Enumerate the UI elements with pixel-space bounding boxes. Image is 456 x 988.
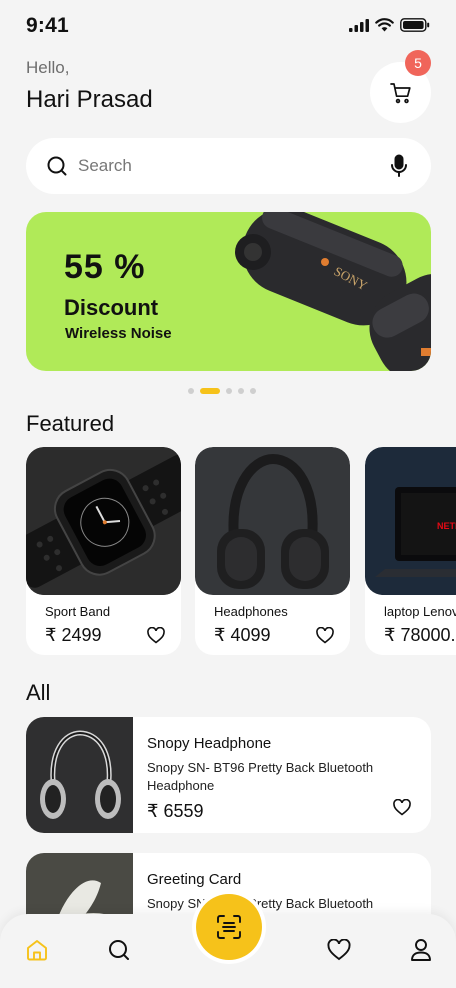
- cart-count-badge: 5: [405, 50, 431, 76]
- microphone-icon[interactable]: [389, 154, 409, 178]
- product-title: Greeting Card: [147, 871, 242, 888]
- product-name: laptop Lenovo: [384, 604, 456, 619]
- product-image: [26, 447, 181, 595]
- discount-percent: 55 %: [64, 248, 146, 286]
- product-image: NETFLIX: [365, 447, 456, 595]
- wifi-icon: [375, 18, 394, 32]
- nav-home[interactable]: [24, 937, 50, 963]
- headphones-image: [195, 447, 350, 595]
- product-description: Snopy SN- BT96 Pretty Back Bluetooth Hea…: [147, 760, 374, 793]
- carousel-dot-active[interactable]: [200, 388, 220, 394]
- carousel-dot[interactable]: [188, 388, 194, 394]
- scan-button[interactable]: [192, 890, 266, 964]
- smartwatch-image: [26, 447, 181, 595]
- headphone-image: [26, 717, 133, 833]
- status-time: 9:41: [26, 14, 69, 37]
- product-price: ₹ 78000.00: [384, 625, 456, 645]
- search-icon: [109, 940, 129, 960]
- product-title: Snopy Headphone: [147, 735, 272, 752]
- carousel-indicator[interactable]: [188, 388, 256, 394]
- carousel-dot[interactable]: [250, 388, 256, 394]
- heart-icon[interactable]: [147, 627, 165, 644]
- featured-card[interactable]: NETFLIX laptop Lenovo ₹ 78000.00: [365, 447, 456, 655]
- laptop-image: NETFLIX: [365, 447, 456, 595]
- user-name: Hari Prasad: [26, 86, 153, 113]
- banner-subtitle: Wireless Noise: [65, 325, 172, 342]
- search-input[interactable]: [78, 156, 389, 176]
- status-bar: 9:41: [0, 0, 456, 52]
- heart-icon: [327, 939, 351, 961]
- earbuds-image: SONY: [235, 212, 431, 371]
- product-price: ₹ 4099: [214, 625, 271, 645]
- nav-search[interactable]: [106, 937, 132, 963]
- battery-icon: [400, 18, 430, 32]
- cart-icon: [389, 82, 411, 103]
- home-icon: [27, 940, 47, 961]
- profile-icon: [411, 939, 431, 961]
- product-price: ₹ 2499: [45, 625, 102, 645]
- product-image: [26, 717, 133, 833]
- laptop-screen-text: NETFLIX: [437, 521, 456, 531]
- carousel-dot[interactable]: [226, 388, 232, 394]
- featured-card[interactable]: Sport Band ₹ 2499: [26, 447, 181, 655]
- search-bar[interactable]: [26, 138, 431, 194]
- product-price: ₹ 6559: [147, 801, 204, 821]
- scan-button-inner: [196, 894, 262, 960]
- all-heading: All: [26, 680, 51, 705]
- product-image: [195, 447, 350, 595]
- product-list-item[interactable]: Snopy Headphone Snopy SN- BT96 Pretty Ba…: [26, 717, 431, 833]
- product-description: Snopy SN- BT96 Pretty Back Bluetooth: [147, 896, 374, 911]
- search-icon: [47, 156, 67, 176]
- nav-favorites[interactable]: [326, 937, 352, 963]
- featured-card[interactable]: Headphones ₹ 4099: [195, 447, 350, 655]
- promo-banner[interactable]: SONY 55 % Discount Wireless Noise: [26, 212, 431, 371]
- status-icons: [349, 18, 430, 32]
- banner-title: Discount: [64, 295, 159, 320]
- product-name: Sport Band: [45, 604, 111, 619]
- nav-profile[interactable]: [408, 937, 434, 963]
- signal-icon: [349, 18, 369, 32]
- heart-icon[interactable]: [316, 627, 334, 644]
- scan-icon: [217, 915, 241, 939]
- featured-heading: Featured: [26, 411, 115, 436]
- product-name: Headphones: [214, 604, 288, 619]
- carousel-dot[interactable]: [238, 388, 244, 394]
- heart-icon[interactable]: [393, 799, 411, 816]
- greeting-text: Hello,: [26, 58, 70, 77]
